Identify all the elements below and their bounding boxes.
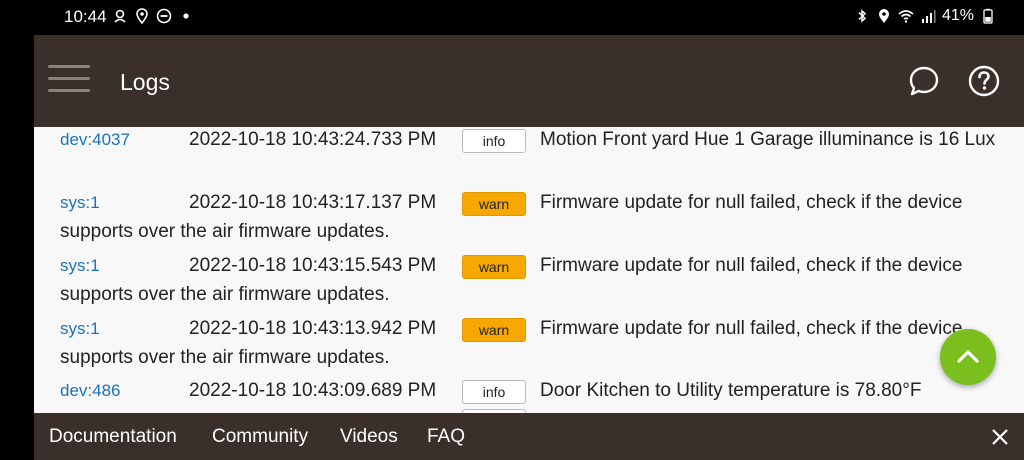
location-icon <box>876 8 892 24</box>
notification-icon <box>112 8 128 24</box>
hamburger-icon <box>48 65 90 68</box>
app-frame: Logs dev:4037 2022-10-18 10:43:24.733 PM… <box>34 35 1024 460</box>
help-button[interactable] <box>966 63 1002 99</box>
log-source-link[interactable]: dev:4037 <box>60 127 130 154</box>
log-timestamp: 2022-10-18 10:43:09.689 PM <box>189 380 437 401</box>
menu-button[interactable] <box>48 65 90 95</box>
log-level-badge: warn <box>462 255 526 279</box>
help-icon <box>968 65 1000 97</box>
battery-percent: 41% <box>941 7 974 24</box>
page-title: Logs <box>120 69 170 95</box>
log-source-link[interactable]: dev:486 <box>60 376 121 405</box>
log-entry: sys:1 2022-10-18 10:43:13.942 PM warn Fi… <box>60 314 1000 372</box>
log-source-link[interactable]: sys:1 <box>60 314 100 343</box>
dot-icon <box>178 8 194 24</box>
log-level-badge: warn <box>462 318 526 342</box>
app-header: Logs <box>34 35 1024 127</box>
footer-link-videos[interactable]: Videos <box>340 426 398 448</box>
battery-icon <box>980 8 996 24</box>
log-timestamp: 2022-10-18 10:43:15.543 PM <box>189 255 437 276</box>
log-timestamp: 2022-10-18 10:43:17.137 PM <box>189 192 437 213</box>
log-source-link[interactable]: sys:1 <box>60 251 100 280</box>
close-footer-button[interactable] <box>990 427 1010 447</box>
status-left-icons <box>112 8 194 24</box>
log-entry: sys:1 2022-10-18 10:43:15.543 PM warn Fi… <box>60 251 1000 309</box>
footer-bar: Documentation Community Videos FAQ <box>34 413 1024 460</box>
location-icon <box>134 8 150 24</box>
status-bar: 10:44 41% <box>0 0 1024 35</box>
chevron-up-icon <box>957 350 979 363</box>
log-entry: dev:486 2022-10-18 10:43:09.689 PM info … <box>60 376 1000 405</box>
close-icon <box>992 429 1008 445</box>
status-right-icons: 41% <box>854 7 996 25</box>
log-level-badge: info <box>462 380 526 404</box>
log-timestamp: 2022-10-18 10:43:13.942 PM <box>189 318 437 339</box>
chat-button[interactable] <box>906 63 942 99</box>
wifi-icon <box>898 8 914 24</box>
footer-link-community[interactable]: Community <box>212 426 308 448</box>
log-entry: sys:1 2022-10-18 10:43:17.137 PM warn Fi… <box>60 188 1000 246</box>
footer-link-documentation[interactable]: Documentation <box>49 426 177 448</box>
chat-icon <box>909 66 939 96</box>
log-entry: dev:4037 2022-10-18 10:43:24.733 PM info… <box>60 127 1000 154</box>
log-timestamp: 2022-10-18 10:43:24.733 PM <box>189 129 437 150</box>
log-level-badge: info <box>462 129 526 153</box>
dnd-icon <box>156 8 172 24</box>
log-level-badge: warn <box>462 192 526 216</box>
status-time: 10:44 <box>64 7 107 26</box>
footer-link-faq[interactable]: FAQ <box>427 426 465 448</box>
scroll-to-top-button[interactable] <box>940 329 996 385</box>
signal-icon <box>920 8 936 24</box>
log-list[interactable]: dev:4037 2022-10-18 10:43:24.733 PM info… <box>34 127 1024 413</box>
bluetooth-icon <box>854 8 870 24</box>
log-source-link[interactable]: sys:1 <box>60 188 100 217</box>
